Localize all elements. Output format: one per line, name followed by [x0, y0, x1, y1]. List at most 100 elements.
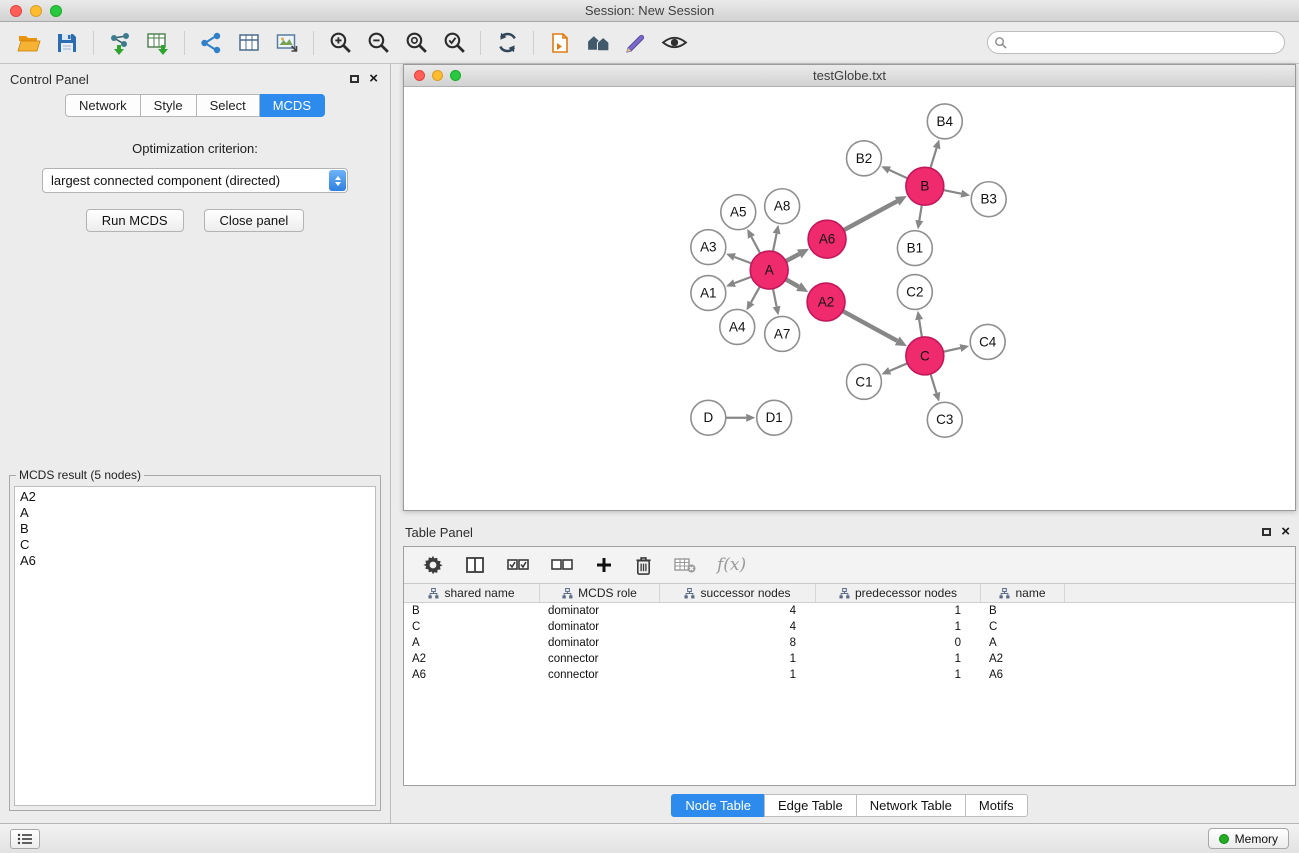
edge-arrowhead-icon: [726, 253, 736, 260]
network-window: testGlobe.txt AA2A6BCA1A3A4A5A7A8B1B2B3B…: [403, 64, 1296, 511]
tab-mcds[interactable]: MCDS: [260, 94, 325, 117]
mcds-result-list[interactable]: A2ABCA6: [14, 486, 376, 806]
edge-A-A5[interactable]: [751, 237, 760, 254]
export-image-button[interactable]: [268, 27, 306, 59]
tab-network-table[interactable]: Network Table: [856, 794, 966, 817]
table-cell: 1: [816, 621, 981, 633]
network-canvas[interactable]: AA2A6BCA1A3A4A5A7A8B1B2B3B4C1C2C3C4DD1: [404, 87, 1295, 510]
network-window-title: testGlobe.txt: [813, 68, 886, 83]
float-table-panel-icon[interactable]: [1262, 528, 1271, 536]
zoom-network-window-icon[interactable]: [450, 70, 461, 81]
table-cell: 4: [660, 605, 816, 617]
edge-A-A6[interactable]: [786, 254, 799, 261]
open-session-button[interactable]: [10, 27, 48, 59]
network-window-titlebar[interactable]: testGlobe.txt: [404, 65, 1295, 87]
node-label: A2: [818, 294, 834, 309]
zoom-window-icon[interactable]: [50, 5, 62, 17]
tab-style[interactable]: Style: [141, 94, 197, 117]
apply-layout-button[interactable]: [488, 27, 526, 59]
table-row[interactable]: Bdominator41B: [404, 603, 1295, 619]
table-delete-icon: [673, 556, 697, 574]
zoom-out-icon: [366, 30, 391, 55]
mcds-panel-body: Optimization criterion: largest connecte…: [0, 117, 390, 823]
import-network-button[interactable]: [101, 27, 139, 59]
minimize-window-icon[interactable]: [30, 5, 42, 17]
edge-A-A8[interactable]: [773, 234, 777, 252]
table-row[interactable]: Adominator80A: [404, 635, 1295, 651]
network-graph[interactable]: AA2A6BCA1A3A4A5A7A8B1B2B3B4C1C2C3C4DD1: [404, 87, 1295, 510]
edge-A-A1[interactable]: [734, 277, 751, 283]
show-home-panel-button[interactable]: [579, 27, 617, 59]
edge-C-C1[interactable]: [890, 363, 908, 371]
tab-select[interactable]: Select: [197, 94, 260, 117]
tab-edge-table[interactable]: Edge Table: [764, 794, 857, 817]
close-network-window-icon[interactable]: [414, 70, 425, 81]
new-table-button[interactable]: [230, 27, 268, 59]
new-network-button[interactable]: [192, 27, 230, 59]
edit-style-button[interactable]: [617, 27, 655, 59]
clone-network-button[interactable]: [541, 27, 579, 59]
close-panel-icon[interactable]: ×: [369, 74, 378, 84]
table-row[interactable]: Cdominator41C: [404, 619, 1295, 635]
column-header-label: name: [1015, 586, 1045, 600]
run-mcds-button[interactable]: Run MCDS: [86, 209, 184, 232]
node-label: C: [920, 348, 930, 363]
column-header-successor-nodes[interactable]: successor nodes: [660, 584, 816, 602]
selected-criterion-value: largest connected component (directed): [43, 173, 329, 188]
edge-B-B3[interactable]: [943, 190, 961, 194]
table-cell: connector: [540, 653, 660, 665]
minimize-network-window-icon[interactable]: [432, 70, 443, 81]
column-type-icon: [999, 588, 1010, 599]
table-settings-button[interactable]: [422, 554, 444, 576]
edge-B-B2[interactable]: [889, 170, 907, 178]
node-label: A4: [729, 319, 746, 334]
zoom-out-button[interactable]: [359, 27, 397, 59]
edge-A-A3[interactable]: [734, 257, 751, 263]
table-row[interactable]: A2connector11A2: [404, 651, 1295, 667]
node-label: A1: [700, 286, 716, 301]
edge-C-C3[interactable]: [930, 374, 936, 393]
function-builder-button[interactable]: f(x): [717, 555, 746, 575]
delete-button[interactable]: [634, 555, 653, 576]
close-table-panel-icon[interactable]: ×: [1281, 527, 1290, 537]
edge-C-C4[interactable]: [943, 348, 960, 352]
edge-A6-B[interactable]: [844, 201, 897, 230]
close-window-icon[interactable]: [10, 5, 22, 17]
mcds-result-item: A6: [20, 553, 370, 569]
tab-node-table[interactable]: Node Table: [671, 794, 765, 817]
column-header-shared-name[interactable]: shared name: [404, 584, 540, 602]
tab-motifs[interactable]: Motifs: [965, 794, 1028, 817]
close-panel-button[interactable]: Close panel: [204, 209, 305, 232]
import-table-button[interactable]: [139, 27, 177, 59]
table-row[interactable]: A6connector11A6: [404, 667, 1295, 683]
edge-A2-C[interactable]: [843, 311, 898, 341]
delete-table-button[interactable]: [673, 556, 697, 574]
deselect-all-button[interactable]: [550, 555, 574, 575]
edge-A-A2[interactable]: [786, 279, 799, 286]
toggle-visibility-button[interactable]: [655, 27, 693, 59]
optimization-criterion-select[interactable]: largest connected component (directed): [42, 168, 348, 193]
tab-network[interactable]: Network: [65, 94, 141, 117]
show-panels-button[interactable]: [10, 829, 40, 849]
memory-button[interactable]: Memory: [1208, 828, 1289, 849]
show-columns-button[interactable]: [464, 554, 486, 576]
edge-A-A4[interactable]: [751, 287, 760, 303]
zoom-selected-button[interactable]: [435, 27, 473, 59]
toolbar-separator: [313, 31, 314, 55]
zoom-in-button[interactable]: [321, 27, 359, 59]
save-session-button[interactable]: [48, 27, 86, 59]
column-header-mcds-role[interactable]: MCDS role: [540, 584, 660, 602]
column-header-name[interactable]: name: [981, 584, 1065, 602]
select-all-button[interactable]: [506, 555, 530, 575]
optimization-criterion-label: Optimization criterion:: [132, 141, 258, 156]
column-header-predecessor-nodes[interactable]: predecessor nodes: [816, 584, 981, 602]
edge-B-B1[interactable]: [919, 205, 922, 221]
control-panel-title: Control Panel: [10, 72, 89, 87]
float-panel-icon[interactable]: [350, 75, 359, 83]
edge-A-A7[interactable]: [773, 289, 777, 307]
edge-C-C2[interactable]: [919, 320, 922, 338]
add-row-button[interactable]: [594, 555, 614, 575]
zoom-fit-button[interactable]: [397, 27, 435, 59]
search-input[interactable]: [987, 31, 1285, 54]
edge-B-B4[interactable]: [930, 148, 936, 168]
